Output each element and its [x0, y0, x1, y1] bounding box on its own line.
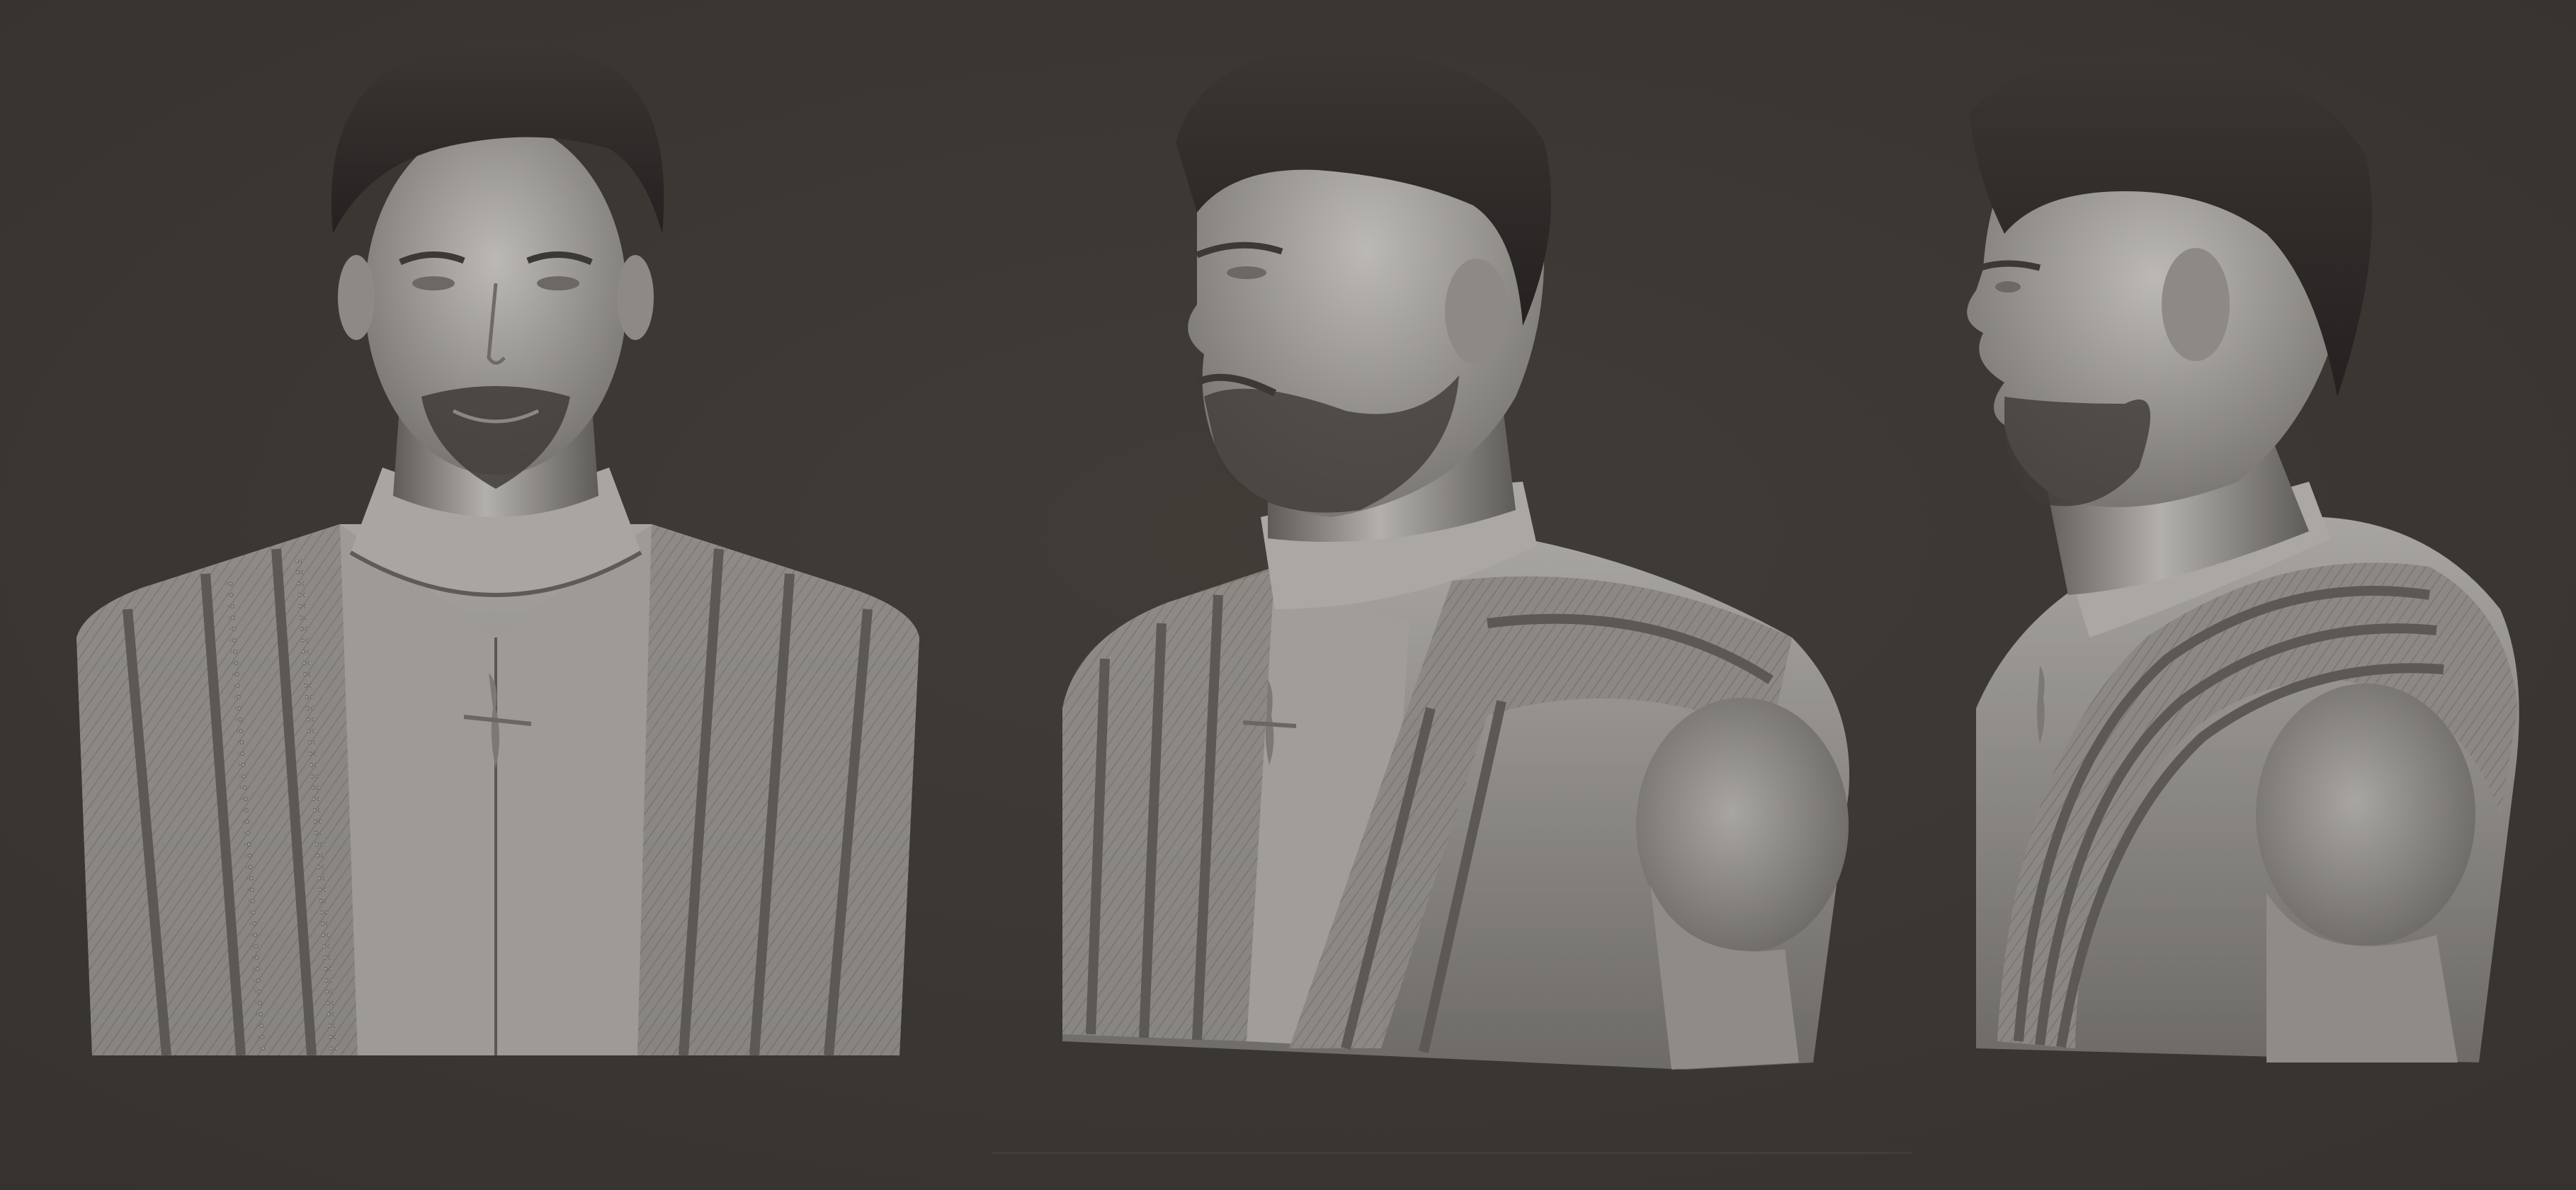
sculpt-render	[0, 0, 2576, 1190]
ground-line	[992, 1152, 1912, 1154]
render-viewport	[0, 0, 2576, 1190]
